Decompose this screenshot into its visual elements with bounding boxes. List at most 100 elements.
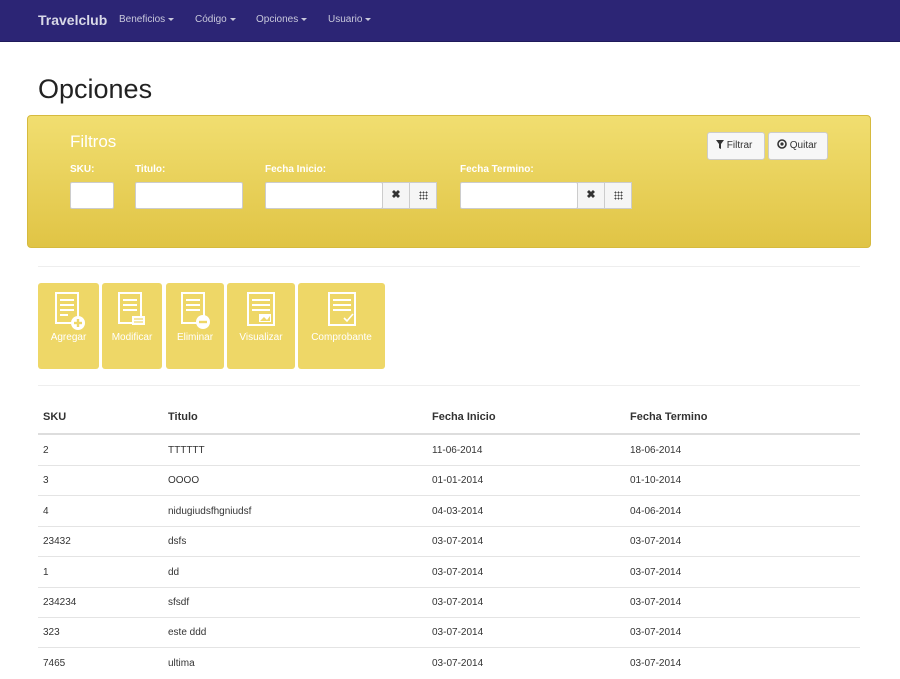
cell-titulo: dsfs bbox=[168, 536, 187, 547]
column-header-fecha-termino[interactable]: Fecha Termino bbox=[630, 411, 707, 423]
table-row[interactable]: 323 este ddd 03-07-2014 03-07-2014 bbox=[38, 617, 860, 648]
fecha-inicio-input[interactable] bbox=[265, 182, 383, 209]
fecha-termino-calendar-button[interactable] bbox=[604, 182, 632, 209]
column-header-fecha-inicio[interactable]: Fecha Inicio bbox=[432, 411, 496, 423]
column-header-sku[interactable]: SKU bbox=[43, 411, 66, 423]
table-row[interactable]: 7465 ultima 03-07-2014 03-07-2014 bbox=[38, 648, 860, 679]
filter-button-label: Filtrar bbox=[726, 140, 753, 151]
remove-filter-button[interactable]: Quitar bbox=[768, 132, 828, 160]
brand-link[interactable]: Travelclub bbox=[38, 12, 107, 28]
filter-panel: Filtros SKU: Titulo: Fecha Inicio: Fecha… bbox=[27, 115, 871, 248]
cell-titulo: dd bbox=[168, 567, 180, 578]
nav-menu-beneficios[interactable]: Beneficios bbox=[119, 14, 175, 25]
cell-titulo: OOOO bbox=[168, 475, 200, 486]
clear-icon: ✖ bbox=[586, 189, 596, 201]
cell-titulo: sfsdf bbox=[168, 597, 190, 608]
cell-fecha-termino: 01-10-2014 bbox=[630, 475, 682, 486]
nav-menu-opciones[interactable]: Opciones bbox=[256, 14, 308, 25]
clear-icon: ✖ bbox=[391, 189, 401, 201]
calendar-icon bbox=[418, 191, 428, 200]
delete-button[interactable]: Eliminar bbox=[166, 283, 224, 369]
page-title: Opciones bbox=[38, 74, 153, 104]
sku-input[interactable] bbox=[70, 182, 114, 209]
document-view-icon bbox=[247, 292, 275, 326]
nav-menu-label: Opciones bbox=[256, 14, 299, 25]
cell-sku: 1 bbox=[43, 567, 49, 578]
cell-sku: 4 bbox=[43, 506, 49, 517]
calendar-icon bbox=[613, 191, 623, 200]
receipt-button[interactable]: Comprobante bbox=[298, 283, 385, 369]
fecha-termino-label: Fecha Termino: bbox=[460, 164, 534, 175]
cell-sku: 234234 bbox=[43, 597, 77, 608]
cell-fecha-inicio: 11-06-2014 bbox=[432, 445, 483, 456]
divider bbox=[38, 385, 860, 386]
cell-fecha-inicio: 03-07-2014 bbox=[432, 597, 484, 608]
nav-menu-codigo[interactable]: Código bbox=[195, 14, 236, 25]
column-header-titulo[interactable]: Titulo bbox=[168, 411, 198, 423]
cell-sku: 3 bbox=[43, 475, 49, 486]
add-button-label: Agregar bbox=[50, 332, 87, 343]
table-row[interactable]: 1 dd 03-07-2014 03-07-2014 bbox=[38, 557, 860, 588]
view-button-label: Visualizar bbox=[239, 332, 283, 343]
table-row[interactable]: 4 nidugiudsfhgniudsf 04-03-2014 04-06-20… bbox=[38, 496, 860, 527]
filter-panel-title: Filtros bbox=[70, 132, 117, 151]
cell-fecha-inicio: 03-07-2014 bbox=[432, 567, 484, 578]
nav-menu-label: Código bbox=[195, 14, 227, 25]
caret-down-icon bbox=[301, 17, 308, 21]
fecha-inicio-label: Fecha Inicio: bbox=[265, 164, 327, 175]
cell-sku: 23432 bbox=[43, 536, 71, 547]
cell-fecha-termino: 03-07-2014 bbox=[630, 536, 682, 547]
table-row[interactable]: 234234 sfsdf 03-07-2014 03-07-2014 bbox=[38, 587, 860, 618]
cell-fecha-inicio: 01-01-2014 bbox=[432, 475, 484, 486]
remove-circle-icon bbox=[777, 139, 787, 149]
fecha-termino-input[interactable] bbox=[460, 182, 578, 209]
fecha-termino-clear-button[interactable]: ✖ bbox=[577, 182, 605, 209]
cell-titulo: este ddd bbox=[168, 627, 207, 638]
edit-button-label: Modificar bbox=[111, 332, 153, 343]
document-check-icon bbox=[327, 292, 356, 326]
filter-button[interactable]: Filtrar bbox=[707, 132, 765, 160]
receipt-button-label: Comprobante bbox=[311, 332, 372, 343]
cell-titulo: nidugiudsfhgniudsf bbox=[168, 506, 252, 517]
document-edit-icon bbox=[118, 292, 145, 325]
delete-button-label: Eliminar bbox=[176, 332, 214, 343]
cell-fecha-inicio: 03-07-2014 bbox=[432, 627, 484, 638]
cell-sku: 7465 bbox=[43, 658, 66, 669]
cell-fecha-termino: 03-07-2014 bbox=[630, 597, 682, 608]
funnel-icon bbox=[716, 140, 724, 149]
document-remove-icon bbox=[181, 292, 210, 329]
cell-sku: 2 bbox=[43, 445, 49, 456]
edit-button[interactable]: Modificar bbox=[102, 283, 162, 369]
caret-down-icon bbox=[168, 17, 175, 21]
cell-sku: 323 bbox=[43, 627, 60, 638]
nav-menu-label: Usuario bbox=[328, 14, 363, 25]
add-button[interactable]: Agregar bbox=[38, 283, 99, 369]
cell-fecha-termino: 03-07-2014 bbox=[630, 567, 682, 578]
table-row[interactable]: 23432 dsfs 03-07-2014 03-07-2014 bbox=[38, 526, 860, 557]
fecha-inicio-clear-button[interactable]: ✖ bbox=[382, 182, 410, 209]
document-add-icon bbox=[54, 292, 85, 330]
cell-fecha-inicio: 04-03-2014 bbox=[432, 506, 484, 517]
cell-fecha-inicio: 03-07-2014 bbox=[432, 536, 484, 547]
titulo-input[interactable] bbox=[135, 182, 243, 209]
top-navbar: Travelclub Beneficios Código Opciones Us… bbox=[0, 0, 900, 42]
cell-fecha-termino: 03-07-2014 bbox=[630, 658, 682, 669]
caret-down-icon bbox=[229, 17, 236, 21]
cell-fecha-termino: 18-06-2014 bbox=[630, 445, 682, 456]
caret-down-icon bbox=[365, 17, 372, 21]
divider bbox=[38, 266, 860, 267]
cell-titulo: ultima bbox=[168, 658, 195, 669]
sku-label: SKU: bbox=[70, 164, 95, 175]
titulo-label: Titulo: bbox=[135, 164, 166, 175]
nav-menu-label: Beneficios bbox=[119, 14, 166, 25]
view-button[interactable]: Visualizar bbox=[227, 283, 295, 369]
nav-menu-usuario[interactable]: Usuario bbox=[328, 14, 372, 25]
table-row[interactable]: 2 TTTTTT 11-06-2014 18-06-2014 bbox=[38, 435, 860, 466]
table-row[interactable]: 3 OOOO 01-01-2014 01-10-2014 bbox=[38, 465, 860, 496]
cell-titulo: TTTTTT bbox=[168, 445, 205, 456]
remove-filter-button-label: Quitar bbox=[789, 140, 818, 151]
cell-fecha-inicio: 03-07-2014 bbox=[432, 658, 484, 669]
cell-fecha-termino: 04-06-2014 bbox=[630, 506, 682, 517]
fecha-inicio-calendar-button[interactable] bbox=[409, 182, 437, 209]
cell-fecha-termino: 03-07-2014 bbox=[630, 627, 682, 638]
